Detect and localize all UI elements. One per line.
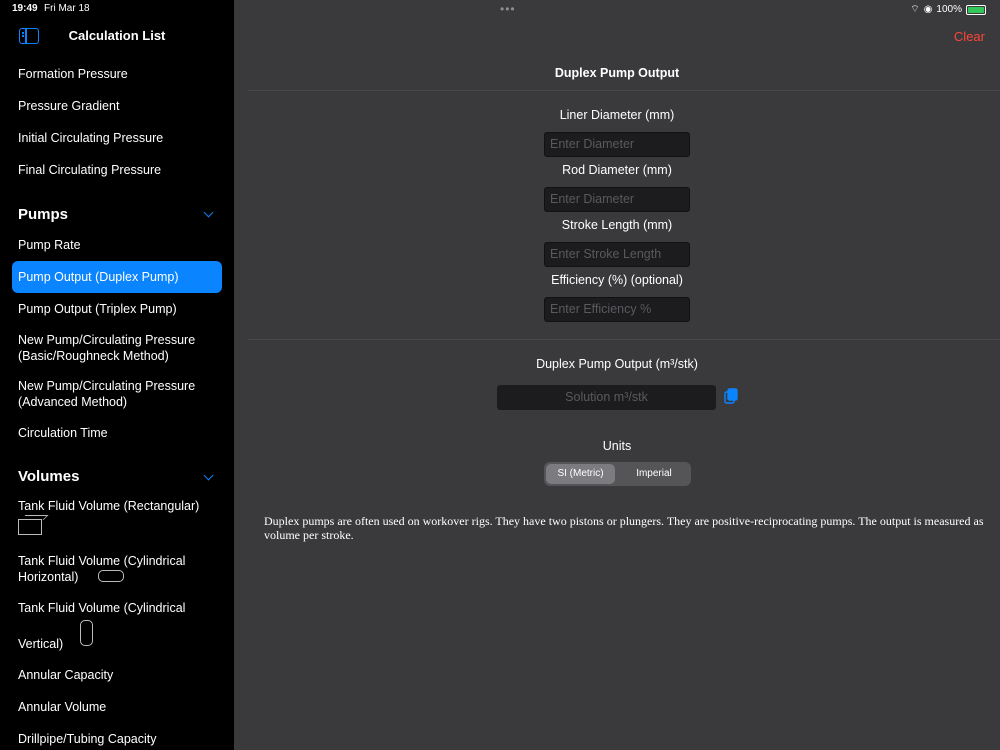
units-label: Units	[602, 439, 632, 453]
sidebar-item-label: Horizontal)	[18, 570, 79, 584]
sidebar-item-label: New Pump/Circulating Pressure	[18, 333, 196, 347]
sidebar-item-initial-circulating-pressure[interactable]: Initial Circulating Pressure	[18, 130, 218, 146]
sidebar-item-pressure-gradient[interactable]: Pressure Gradient	[18, 98, 218, 114]
sidebar-item-tank-rectangular[interactable]: Tank Fluid Volume (Rectangular)	[18, 498, 218, 514]
stroke-length-label: Stroke Length (mm)	[561, 218, 673, 232]
section-pumps[interactable]: Pumps	[18, 206, 68, 223]
sidebar-item-annular-volume[interactable]: Annular Volume	[18, 699, 218, 715]
status-time: 19:49	[12, 3, 38, 14]
sidebar-item-pump-output-duplex[interactable]: Pump Output (Duplex Pump)	[12, 261, 222, 293]
sidebar-header: Calculation List	[0, 24, 234, 54]
description-text: Duplex pumps are often used on workover …	[264, 514, 984, 542]
sidebar-item-pump-output-triplex[interactable]: Pump Output (Triplex Pump)	[18, 301, 218, 317]
liner-diameter-label: Liner Diameter (mm)	[559, 108, 675, 122]
vertical-cylinder-icon	[80, 620, 93, 646]
efficiency-label: Efficiency (%) (optional)	[551, 273, 683, 287]
chevron-down-icon[interactable]	[203, 470, 214, 481]
stroke-length-input[interactable]: Enter Stroke Length	[544, 242, 690, 267]
sidebar: 19:49 Fri Mar 18 Calculation List Format…	[0, 0, 234, 750]
clear-button[interactable]: Clear	[954, 29, 985, 44]
sidebar-item-label: Tank Fluid Volume (Cylindrical	[18, 554, 186, 568]
sidebar-item-label: (Advanced Method)	[18, 395, 128, 409]
sidebar-item-label: New Pump/Circulating Pressure	[18, 379, 196, 393]
section-volumes[interactable]: Volumes	[18, 468, 79, 485]
output-label: Duplex Pump Output (m³/stk)	[536, 357, 698, 371]
horizontal-cylinder-icon	[98, 570, 124, 582]
sidebar-item-new-pump-advanced[interactable]: New Pump/Circulating Pressure (Advanced …	[18, 378, 218, 410]
sidebar-item-tank-cyl-vertical-cont[interactable]: Vertical)	[18, 636, 218, 652]
wifi-icon: ⌔	[910, 4, 920, 15]
sidebar-item-tank-cyl-vertical[interactable]: Tank Fluid Volume (Cylindrical	[18, 600, 218, 616]
sidebar-title: Calculation List	[68, 28, 166, 43]
units-segmented-control: SI (Metric) Imperial	[544, 462, 691, 486]
status-date: Fri Mar 18	[44, 3, 90, 14]
main-panel: ••• ⌔ ◉ 100% Clear Duplex Pump Output Li…	[234, 0, 1000, 750]
multitasking-dots-icon[interactable]: •••	[500, 2, 516, 16]
status-right: ⌔ ◉ 100%	[910, 3, 986, 16]
sidebar-item-label: (Basic/Roughneck Method)	[18, 349, 169, 363]
efficiency-input[interactable]: Enter Efficiency %	[544, 297, 690, 322]
battery-icon	[966, 4, 986, 15]
chevron-down-icon[interactable]	[203, 207, 214, 218]
sidebar-item-drillpipe-capacity[interactable]: Drillpipe/Tubing Capacity	[18, 731, 218, 747]
divider	[248, 90, 1000, 91]
divider	[248, 339, 1000, 340]
units-imperial-option[interactable]: Imperial	[619, 464, 689, 484]
sidebar-item-formation-pressure[interactable]: Formation Pressure	[18, 66, 218, 82]
page-title: Duplex Pump Output	[554, 66, 680, 80]
rod-diameter-input[interactable]: Enter Diameter	[544, 187, 690, 212]
rod-diameter-label: Rod Diameter (mm)	[562, 163, 672, 177]
sidebar-item-annular-capacity[interactable]: Annular Capacity	[18, 667, 218, 683]
copy-icon[interactable]	[724, 388, 738, 404]
rectangular-tank-icon	[18, 519, 42, 535]
sidebar-item-new-pump-basic[interactable]: New Pump/Circulating Pressure (Basic/Rou…	[18, 332, 218, 364]
battery-percent: 100%	[936, 4, 962, 15]
liner-diameter-input[interactable]: Enter Diameter	[544, 132, 690, 157]
sidebar-item-circulation-time[interactable]: Circulation Time	[18, 425, 218, 441]
sidebar-item-pump-rate[interactable]: Pump Rate	[18, 237, 218, 253]
units-si-option[interactable]: SI (Metric)	[546, 464, 615, 484]
solution-field[interactable]: Solution m³/stk	[497, 385, 716, 410]
sidebar-item-final-circulating-pressure[interactable]: Final Circulating Pressure	[18, 162, 218, 178]
lock-rotation-icon: ◉	[923, 4, 933, 15]
